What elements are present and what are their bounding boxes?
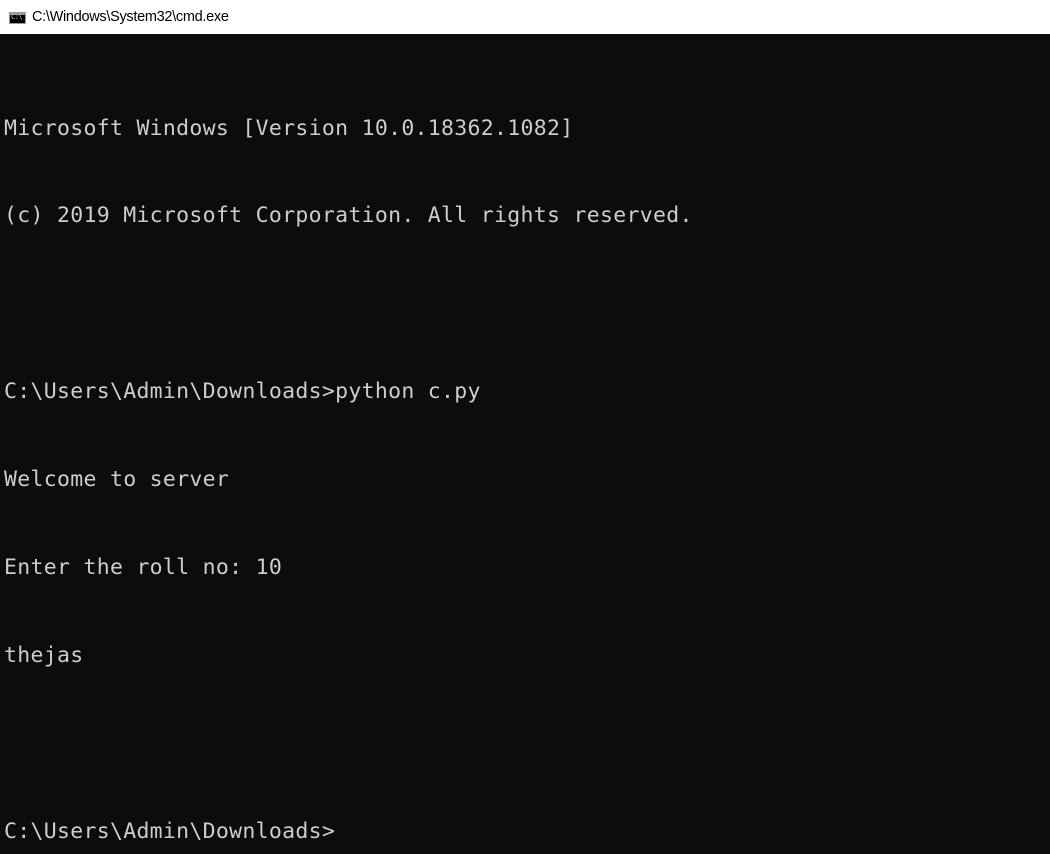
console-icon: C:\ — [9, 11, 26, 24]
console-line-welcome: Welcome to server — [4, 467, 230, 493]
console-line-prompt: C:\Users\Admin\Downloads> — [4, 818, 336, 844]
console-line-roll-prompt: Enter the roll no: 10 — [4, 555, 283, 581]
window-title: C:\Windows\System32\cmd.exe — [32, 9, 229, 25]
console-output[interactable]: Microsoft Windows [Version 10.0.18362.10… — [0, 34, 1050, 844]
console-line-command: C:\Users\Admin\Downloads>python c.py — [4, 379, 481, 405]
console-line-name: thejas — [4, 642, 84, 668]
console-line-copyright: (c) 2019 Microsoft Corporation. All righ… — [4, 203, 693, 229]
title-bar[interactable]: C:\ C:\Windows\System32\cmd.exe — [0, 0, 1050, 34]
cmd-window: C:\ C:\Windows\System32\cmd.exe Microsof… — [0, 0, 1050, 844]
console-line-version: Microsoft Windows [Version 10.0.18362.10… — [4, 115, 574, 141]
